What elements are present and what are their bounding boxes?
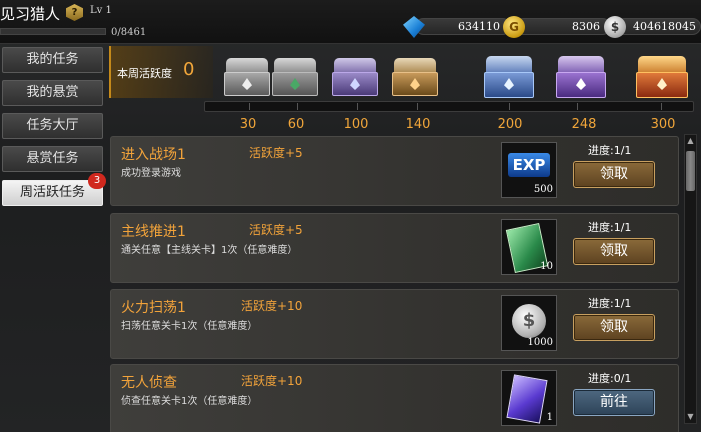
reward-count: 1000 xyxy=(527,337,553,348)
violet-chest-icon[interactable] xyxy=(556,56,606,100)
red-gold-chest-icon[interactable] xyxy=(636,56,688,100)
exp-icon: EXP xyxy=(508,153,550,177)
exp-text: 0/8461 xyxy=(111,27,147,38)
nav-weekly-badge: 3 xyxy=(88,173,106,189)
silver-value: 404618045 xyxy=(616,18,701,35)
task-description: 成功登录游戏 xyxy=(121,168,181,179)
claim-button[interactable]: 领取 xyxy=(573,161,655,188)
player-level: Lv 1 xyxy=(90,5,112,16)
silver-coin-icon: $ xyxy=(512,304,546,338)
reward-slot[interactable]: $ 1000 xyxy=(501,295,557,351)
claim-button[interactable]: 领取 xyxy=(573,314,655,341)
scroll-down-icon[interactable]: ▼ xyxy=(685,411,696,423)
nav-bounty-tasks[interactable]: 悬赏任务 xyxy=(2,146,103,172)
scroll-thumb[interactable] xyxy=(686,151,695,191)
nav-weekly-active-tasks[interactable]: 周活跃任务 3 xyxy=(2,173,106,206)
nav-my-tasks[interactable]: 我的任务 xyxy=(2,47,103,73)
track-tick xyxy=(357,103,358,110)
purple-chest-icon[interactable] xyxy=(332,58,378,98)
rank-badge-icon[interactable]: ? xyxy=(66,4,83,21)
orange-chest-icon[interactable] xyxy=(392,58,438,98)
reward-slot[interactable]: 1 xyxy=(501,370,557,426)
silver-currency: 404618045 $ xyxy=(604,16,701,38)
task-description: 通关任意【主线关卡】1次（任意难度） xyxy=(121,245,298,256)
silver-coin-icon: $ xyxy=(604,16,626,38)
task-row: 主线推进1 活跃度+5 通关任意【主线关卡】1次（任意难度） 10 进度:1/1… xyxy=(110,213,679,283)
reward-slot[interactable]: EXP 500 xyxy=(501,142,557,198)
weekly-activity-value: 0 xyxy=(183,59,195,80)
task-title: 无人侦查 xyxy=(121,375,177,391)
activity-progress-track xyxy=(204,101,694,112)
threshold-label: 100 xyxy=(343,117,369,132)
task-row: 无人侦查 活跃度+10 侦查任意关卡1次（任意难度） 1 进度:0/1 前往 xyxy=(110,364,679,432)
green-chest-icon[interactable] xyxy=(272,58,318,98)
reward-slot[interactable]: 10 xyxy=(501,219,557,275)
weekly-activity-panel: 本周活跃度 0 xyxy=(109,46,213,98)
nav-task-hall[interactable]: 任务大厅 xyxy=(2,113,103,139)
player-name: 见习猎人 xyxy=(0,5,61,23)
task-activity: 活跃度+5 xyxy=(249,146,303,160)
gold-value: 8306 xyxy=(515,18,611,35)
task-progress: 进度:1/1 xyxy=(588,221,632,234)
threshold-label: 248 xyxy=(571,117,597,132)
diamond-currency: 634110 xyxy=(403,16,513,38)
gray-chest-icon[interactable] xyxy=(224,58,270,98)
task-progress: 进度:0/1 xyxy=(588,372,632,385)
task-title: 火力扫荡1 xyxy=(121,300,186,316)
track-tick xyxy=(417,103,418,110)
nav-my-bounties[interactable]: 我的悬赏 xyxy=(2,80,103,106)
task-activity: 活跃度+10 xyxy=(241,374,303,388)
purple-card-icon xyxy=(506,374,548,424)
reward-count: 1 xyxy=(546,412,553,423)
blue-chest-icon[interactable] xyxy=(484,56,534,100)
threshold-label: 60 xyxy=(287,117,305,132)
track-tick xyxy=(509,103,510,110)
task-title: 进入战场1 xyxy=(121,147,186,163)
threshold-label: 140 xyxy=(405,117,431,132)
task-description: 扫荡任意关卡1次（任意难度） xyxy=(121,321,258,332)
diamond-value: 634110 xyxy=(415,18,511,35)
threshold-label: 30 xyxy=(239,117,257,132)
top-bar: 见习猎人 ? Lv 1 0/8461 634110 8306 G 4046180… xyxy=(0,0,701,44)
nav-weekly-label: 周活跃任务 xyxy=(19,185,85,200)
track-tick xyxy=(249,103,250,110)
threshold-label: 300 xyxy=(650,117,676,132)
exp-bar xyxy=(0,28,106,35)
track-tick xyxy=(577,103,578,110)
weekly-activity-label: 本周活跃度 xyxy=(117,67,172,80)
task-activity: 活跃度+5 xyxy=(249,223,303,237)
scroll-up-icon[interactable]: ▲ xyxy=(685,135,696,147)
threshold-label: 200 xyxy=(497,117,523,132)
claim-button[interactable]: 领取 xyxy=(573,238,655,265)
gold-currency: 8306 G xyxy=(503,16,613,38)
goto-button[interactable]: 前往 xyxy=(573,389,655,416)
task-activity: 活跃度+10 xyxy=(241,299,303,313)
task-progress: 进度:1/1 xyxy=(588,297,632,310)
task-description: 侦查任意关卡1次（任意难度） xyxy=(121,396,258,407)
task-progress: 进度:1/1 xyxy=(588,144,632,157)
gold-coin-icon: G xyxy=(503,16,525,38)
track-tick xyxy=(661,103,662,110)
track-tick xyxy=(297,103,298,110)
reward-count: 10 xyxy=(540,261,553,272)
task-row: 进入战场1 活跃度+5 成功登录游戏 EXP 500 进度:1/1 领取 xyxy=(110,136,679,206)
task-title: 主线推进1 xyxy=(121,224,186,240)
task-list-scrollbar[interactable]: ▲ ▼ xyxy=(684,134,697,424)
reward-count: 500 xyxy=(533,184,553,195)
task-row: 火力扫荡1 活跃度+10 扫荡任意关卡1次（任意难度） $ 1000 进度:1/… xyxy=(110,289,679,359)
